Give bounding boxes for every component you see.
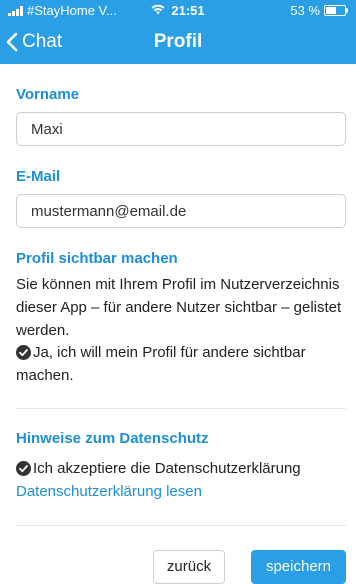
email-field[interactable] <box>16 194 346 228</box>
nav-bar: Chat Profil <box>0 20 356 64</box>
first-name-field[interactable] <box>16 112 346 146</box>
status-right: 53 % <box>290 3 348 18</box>
back-button[interactable]: zurück <box>153 550 225 584</box>
privacy-checkbox[interactable] <box>16 461 31 476</box>
battery-level <box>326 7 336 14</box>
divider <box>16 525 346 526</box>
first-name-label: Vorname <box>16 86 80 103</box>
privacy-title: Hinweise zum Datenschutz <box>16 430 209 447</box>
email-label: E-Mail <box>16 168 61 185</box>
wifi-icon <box>151 3 165 18</box>
privacy-checkbox-label: Ich akzeptiere die Datenschutzerklärung <box>33 460 301 477</box>
visibility-checkbox[interactable] <box>16 345 31 360</box>
visibility-description: Sie können mit Ihrem Profil im Nutzerver… <box>16 276 342 339</box>
save-button[interactable]: speichern <box>251 550 346 584</box>
battery-percent: 53 % <box>290 3 320 18</box>
divider <box>16 408 346 409</box>
status-bar: #StayHome V... 21:51 53 % <box>0 0 356 20</box>
visibility-checkbox-row[interactable]: Ja, ich will mein Profil für andere sich… <box>16 341 346 387</box>
clock: 21:51 <box>171 3 205 18</box>
privacy-policy-link[interactable]: Datenschutzerklärung lesen <box>16 483 202 500</box>
battery-icon <box>324 5 348 16</box>
page-title: Profil <box>153 31 203 52</box>
visibility-title: Profil sichtbar machen <box>16 250 178 267</box>
privacy-checkbox-row[interactable]: Ich akzeptiere die Datenschutzerklärung <box>16 457 346 480</box>
visibility-checkbox-label: Ja, ich will mein Profil für andere sich… <box>16 344 306 384</box>
